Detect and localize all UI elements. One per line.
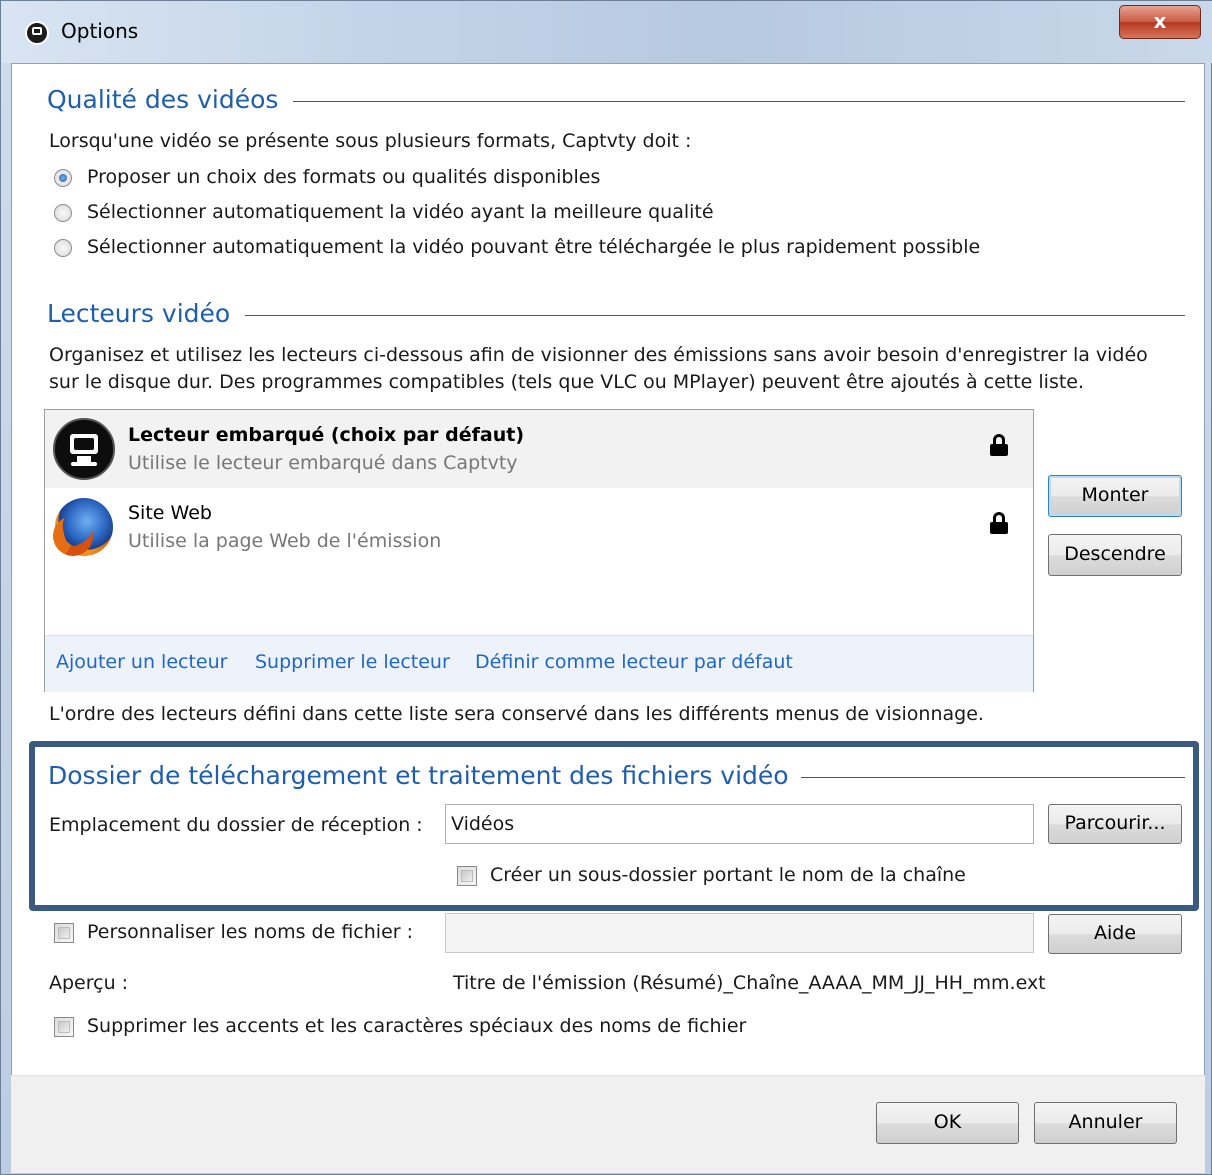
- players-description-line2: sur le disque dur. Des programmes compat…: [49, 371, 1085, 393]
- options-window: Options x Qualité des vidéos Lorsqu'une …: [0, 0, 1212, 1175]
- move-down-button[interactable]: Descendre: [1048, 534, 1182, 576]
- set-default-player-link[interactable]: Définir comme lecteur par défaut: [475, 651, 793, 673]
- ok-button[interactable]: OK: [876, 1102, 1019, 1144]
- video-quality-title: Qualité des vidéos: [47, 85, 279, 114]
- quality-option-best-label[interactable]: Sélectionner automatiquement la vidéo ay…: [87, 201, 714, 223]
- preview-value: Titre de l'émission (Résumé)_Chaîne_AAAA…: [453, 972, 1046, 994]
- monitor-icon: [53, 418, 115, 480]
- download-rule: [801, 777, 1185, 778]
- video-quality-rule: [293, 101, 1185, 102]
- subfolder-checkbox[interactable]: [457, 866, 477, 886]
- quality-option-choice-label[interactable]: Proposer un choix des formats ou qualité…: [87, 166, 600, 188]
- strip-accents-checkbox[interactable]: [54, 1017, 74, 1037]
- firefox-icon: [55, 498, 113, 556]
- players-title: Lecteurs vidéo: [47, 299, 231, 328]
- quality-option-choice-radio[interactable]: [54, 169, 72, 187]
- customize-names-label[interactable]: Personnaliser les noms de fichier :: [87, 921, 413, 943]
- list-item[interactable]: Site Web Utilise la page Web de l'émissi…: [45, 488, 1033, 566]
- subfolder-label[interactable]: Créer un sous-dossier portant le nom de …: [490, 864, 966, 886]
- list-item[interactable]: Lecteur embarqué (choix par défaut) Util…: [45, 410, 1033, 488]
- video-quality-intro: Lorsqu'une vidéo se présente sous plusie…: [49, 130, 692, 152]
- players-order-note: L'ordre des lecteurs défini dans cette l…: [49, 703, 984, 725]
- close-button[interactable]: x: [1119, 5, 1201, 39]
- window-title: Options: [61, 19, 139, 43]
- strip-accents-label[interactable]: Supprimer les accents et les caractères …: [87, 1015, 746, 1037]
- players-list-actions: Ajouter un lecteur Supprimer le lecteur …: [45, 635, 1033, 692]
- player-name: Site Web: [128, 502, 212, 524]
- lock-icon: [990, 512, 1008, 534]
- download-title: Dossier de téléchargement et traitement …: [48, 761, 789, 790]
- help-button[interactable]: Aide: [1048, 914, 1182, 954]
- browse-button[interactable]: Parcourir...: [1048, 804, 1182, 844]
- app-icon: [25, 21, 49, 45]
- player-description: Utilise la page Web de l'émission: [128, 530, 442, 552]
- folder-label: Emplacement du dossier de réception :: [49, 814, 423, 836]
- add-player-link[interactable]: Ajouter un lecteur: [56, 651, 227, 673]
- title-bar: Options x: [1, 1, 1212, 63]
- players-description-line1: Organisez et utilisez les lecteurs ci-de…: [49, 344, 1148, 366]
- remove-player-link[interactable]: Supprimer le lecteur: [255, 651, 450, 673]
- lock-icon: [990, 434, 1008, 456]
- quality-option-fastest-radio[interactable]: [54, 239, 72, 257]
- player-name: Lecteur embarqué (choix par défaut): [128, 424, 525, 446]
- preview-label: Aperçu :: [49, 972, 129, 994]
- players-list[interactable]: Lecteur embarqué (choix par défaut) Util…: [44, 409, 1034, 692]
- quality-option-fastest-label[interactable]: Sélectionner automatiquement la vidéo po…: [87, 236, 980, 258]
- quality-option-best-radio[interactable]: [54, 204, 72, 222]
- cancel-button[interactable]: Annuler: [1034, 1102, 1177, 1144]
- players-rule: [245, 315, 1185, 316]
- player-description: Utilise le lecteur embarqué dans Captvty: [128, 452, 518, 474]
- customize-names-checkbox[interactable]: [54, 923, 74, 943]
- customize-names-input[interactable]: [445, 913, 1034, 953]
- dialog-footer: [11, 1075, 1205, 1173]
- folder-input[interactable]: Vidéos: [445, 804, 1034, 844]
- move-up-button[interactable]: Monter: [1048, 475, 1182, 517]
